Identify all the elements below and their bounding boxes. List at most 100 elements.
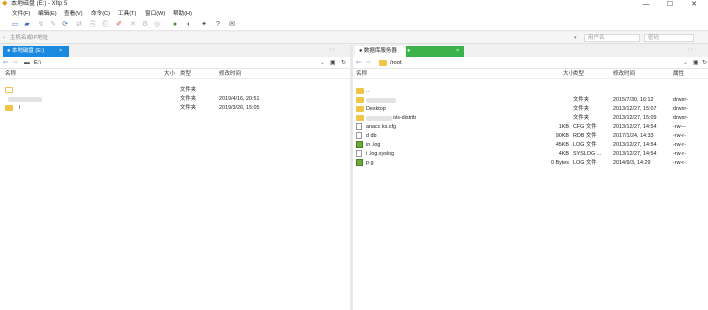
col-modified[interactable]: 修改时间 [219, 70, 241, 78]
name-cell: ols-distrib [393, 115, 417, 121]
log-file-icon [356, 159, 363, 166]
tab-close-icon[interactable]: × [59, 46, 62, 57]
name-cell: p g [366, 160, 374, 166]
back-icon[interactable]: ⇦ [3, 59, 8, 67]
menu-tools[interactable]: 工具(T) [118, 10, 136, 18]
menu-file[interactable]: 文件(F) [12, 10, 30, 18]
edit-icon[interactable]: ✎ [48, 20, 58, 30]
file-icon [356, 150, 362, 157]
folder-icon [5, 87, 13, 93]
globe-icon[interactable]: ◎ [152, 20, 162, 30]
dropdown-icon[interactable]: ▾ [574, 34, 577, 42]
name-cell: in .log [366, 142, 381, 148]
menu-view[interactable]: 查看(V) [64, 10, 83, 18]
type-cell: 文件夹 [180, 87, 197, 93]
tab-remote-second[interactable]: ● × [406, 46, 464, 57]
forward-icon[interactable]: ⇨ [366, 59, 371, 67]
path-dropdown-icon[interactable]: ⌄ [683, 59, 688, 67]
new-folder-icon[interactable]: ▣ [330, 59, 335, 67]
back-icon[interactable]: ⇦ [356, 59, 361, 67]
table-row[interactable]: Desktop 文件夹 2013/12/27, 15:07 drwxr- [353, 105, 708, 113]
attrs-cell: -rw-r- [673, 142, 686, 148]
tab-remote-label: ● 数据库服务器 [359, 48, 397, 54]
new-folder-icon[interactable]: ▣ [693, 59, 698, 67]
open-folder-icon[interactable]: ▰ [22, 20, 32, 30]
refresh-local-icon[interactable]: ↻ [341, 59, 346, 67]
maximize-button[interactable]: ☐ [658, 0, 682, 9]
table-row[interactable]: in .log 45KB LOG 文件 2013/12/27, 14:54 -r… [353, 141, 708, 149]
tab-scroll-icon[interactable]: ‹ › [688, 47, 693, 53]
table-row[interactable]: .. [353, 87, 708, 95]
username-input[interactable]: 用户名 [584, 34, 640, 42]
tab-scroll-icon[interactable]: ‹ › [330, 47, 335, 53]
palette-icon[interactable]: ◐ [184, 20, 194, 30]
transfer-icon[interactable]: ⇄ [74, 20, 84, 30]
connect-icon[interactable]: ● [170, 20, 180, 30]
col-name[interactable]: 名称 [356, 70, 367, 78]
window-title: 本地磁盘 (E:) - Xftp 5 [11, 1, 68, 7]
attrs-cell: drwxr- [673, 97, 688, 103]
local-path-input[interactable]: E:\ [34, 59, 41, 67]
type-cell: 文件夹 [180, 105, 197, 111]
refresh-icon[interactable]: ⟳ [60, 20, 70, 30]
type-cell: LOG 文件 [573, 142, 597, 148]
remote-path-input[interactable]: /root [390, 59, 402, 67]
new-session-icon[interactable]: ▭ [10, 20, 20, 30]
tab-local-disk[interactable]: ● 本地磁盘 (E:) × [3, 46, 69, 57]
delete-icon[interactable]: ✕ [128, 20, 138, 30]
disconnect-icon[interactable]: ↯ [36, 20, 46, 30]
gear-icon[interactable]: ✦ [199, 20, 209, 30]
chat-icon[interactable]: ✉ [227, 20, 237, 30]
table-row[interactable]: i .log.syslog 4KB SYSLOG ... 2013/12/27,… [353, 150, 708, 158]
col-type[interactable]: 类型 [573, 70, 584, 78]
help-icon[interactable]: ? [213, 20, 223, 30]
host-icon: ▪ [3, 35, 5, 41]
size-cell: 0 Bytes [551, 160, 569, 166]
col-name[interactable]: 名称 [5, 70, 16, 78]
menu-command[interactable]: 命令(C) [91, 10, 110, 18]
modified-cell: 2013/12/27, 15:09 [613, 115, 657, 121]
menu-window[interactable]: 窗口(W) [145, 10, 165, 18]
menu-help[interactable]: 帮助(H) [173, 10, 192, 18]
remote-header: 名称 大小 类型 修改时间 属性 [353, 69, 708, 79]
table-row[interactable]: 文件夹 2015/7/30, 16:12 drwxr- [353, 96, 708, 104]
table-row[interactable]: 文件夹 [0, 86, 350, 94]
table-row[interactable]: anacc ks.cfg 1KB CFG 文件 2013/12/27, 14:5… [353, 123, 708, 131]
size-cell: 1KB [558, 124, 569, 130]
path-dropdown-icon[interactable]: ⌄ [320, 59, 325, 67]
table-row[interactable]: d db 90KB RDB 文件 2017/1/24, 14:33 -rw-r- [353, 132, 708, 140]
table-row[interactable]: p g 0 Bytes LOG 文件 2014/9/3, 14:29 -rw-r… [353, 159, 708, 167]
modified-cell: 2013/12/27, 14:54 [613, 142, 657, 148]
name-cell: l [19, 105, 21, 111]
refresh-remote-icon[interactable]: ↻ [702, 59, 707, 67]
local-pane: ● 本地磁盘 (E:) × ‹ › ⇦ ⇨ ▬ E:\ ⌄ ▣ ↻ 名称 大小 … [0, 45, 350, 310]
remote-file-list: .. 文件夹 2015/7/30, 16:12 drwxr- Desktop 文… [353, 87, 708, 177]
tab-close-icon[interactable]: × [456, 46, 459, 57]
col-modified[interactable]: 修改时间 [613, 70, 635, 78]
paste-icon[interactable]: ⎗ [100, 20, 110, 30]
pencil-icon[interactable]: ✐ [114, 20, 124, 30]
tab-remote-server[interactable]: ● 数据库服务器 [355, 46, 405, 57]
properties-icon[interactable]: ⚙ [140, 20, 150, 30]
folder-icon [356, 115, 364, 121]
menu-edit[interactable]: 编辑(E) [38, 10, 57, 18]
col-size[interactable]: 大小 [164, 70, 175, 78]
copy-icon[interactable]: ⎘ [88, 20, 98, 30]
type-cell: SYSLOG ... [573, 151, 602, 157]
modified-cell: 2013/12/27, 14:54 [613, 124, 657, 130]
folder-icon [356, 88, 364, 94]
col-attributes[interactable]: 属性 [673, 70, 684, 78]
col-type[interactable]: 类型 [180, 70, 191, 78]
password-input[interactable]: 密码 [644, 34, 694, 42]
status-dot-icon: ● [407, 48, 411, 54]
modified-cell: 2013/12/27, 15:07 [613, 106, 657, 112]
table-row[interactable]: l 文件夹 2019/3/26, 15:05 [0, 104, 350, 112]
table-row[interactable]: ols-distrib 文件夹 2013/12/27, 15:09 drwxr- [353, 114, 708, 122]
table-row[interactable]: 文件夹 2019/4/16, 20:51 [0, 95, 350, 103]
host-input[interactable]: 主机名或IP地址 [10, 34, 48, 42]
attrs-cell: drwxr- [673, 106, 688, 112]
close-button[interactable]: ✕ [682, 0, 706, 9]
minimize-button[interactable]: — [634, 0, 658, 9]
forward-icon[interactable]: ⇨ [13, 59, 18, 67]
name-cell: d db [366, 133, 377, 139]
